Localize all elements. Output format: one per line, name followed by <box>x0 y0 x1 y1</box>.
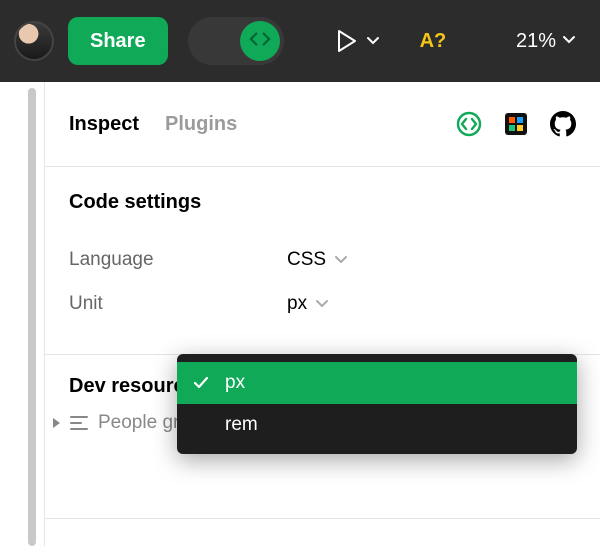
layer-name: People gri <box>98 412 184 434</box>
frame-icon <box>70 416 88 430</box>
unit-option-label: rem <box>225 414 258 436</box>
plugin-tile-icon[interactable] <box>504 112 528 136</box>
present-button[interactable] <box>336 29 380 53</box>
code-settings-heading: Code settings <box>69 191 576 214</box>
chevron-down-icon <box>366 34 380 48</box>
zoom-dropdown[interactable]: 21% <box>516 30 576 53</box>
unit-option-px[interactable]: px <box>177 362 577 404</box>
play-icon <box>336 29 358 53</box>
language-value: CSS <box>287 249 326 271</box>
language-dropdown[interactable]: CSS <box>287 249 348 271</box>
tab-plugins[interactable]: Plugins <box>165 113 237 136</box>
unit-label: Unit <box>69 293 287 315</box>
autolayout-suggest-button[interactable]: A? <box>420 30 447 53</box>
dev-mode-toggle-knob <box>240 21 280 61</box>
zoom-value: 21% <box>516 30 556 53</box>
codegen-icon[interactable] <box>456 111 482 137</box>
chevron-down-icon <box>562 30 576 53</box>
share-button-label: Share <box>90 30 146 53</box>
github-icon[interactable] <box>550 111 576 137</box>
expand-triangle-icon[interactable] <box>53 418 60 428</box>
code-icon <box>249 28 271 55</box>
share-button[interactable]: Share <box>68 17 168 65</box>
dev-mode-toggle[interactable] <box>188 17 284 65</box>
top-toolbar: Share A? 21% <box>0 0 600 82</box>
unit-value: px <box>287 293 307 315</box>
avatar[interactable] <box>14 21 54 61</box>
inspect-panel: Inspect Plugins Code settings Language <box>44 82 600 546</box>
unit-option-label: px <box>225 372 245 394</box>
chevron-down-icon <box>334 253 348 267</box>
unit-dropdown[interactable]: px <box>287 293 329 315</box>
language-label: Language <box>69 249 287 271</box>
divider <box>45 518 600 519</box>
tab-inspect[interactable]: Inspect <box>69 113 139 136</box>
chevron-down-icon <box>315 297 329 311</box>
check-icon <box>191 375 211 391</box>
vertical-scrollbar[interactable] <box>0 82 44 546</box>
unit-dropdown-menu: px rem <box>177 354 577 454</box>
unit-option-rem[interactable]: rem <box>177 404 577 446</box>
